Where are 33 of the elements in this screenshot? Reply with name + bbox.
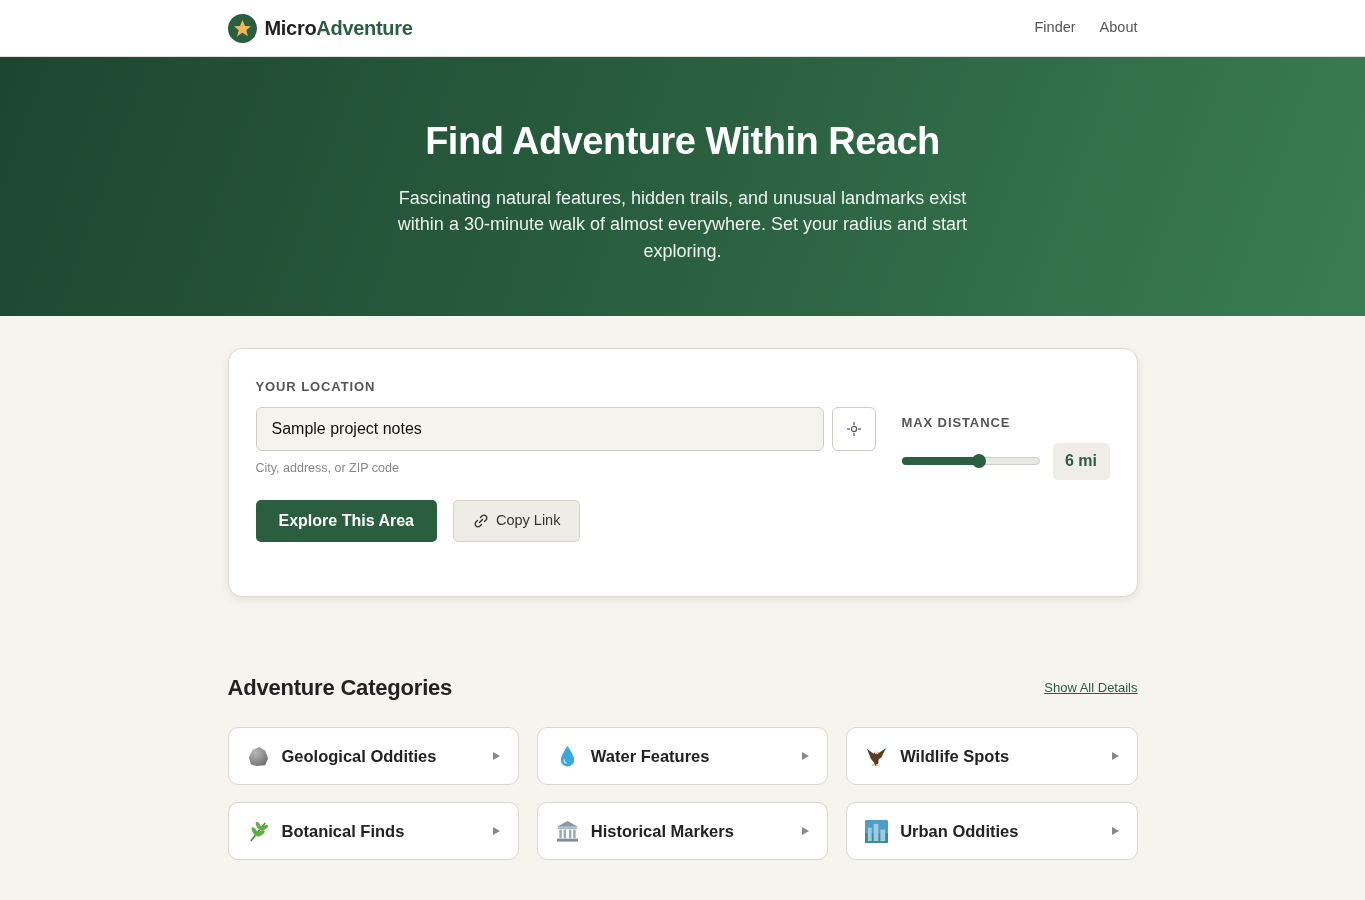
field-label: MAX DISTANCE bbox=[901, 414, 1012, 432]
nav-link[interactable]: Finder bbox=[1034, 17, 1076, 39]
star-badge-icon bbox=[227, 13, 257, 43]
columned-building-icon bbox=[555, 819, 579, 843]
locate-button[interactable] bbox=[831, 406, 876, 451]
location-input[interactable]: Sample project notes bbox=[255, 406, 824, 451]
crosshair-icon bbox=[846, 421, 861, 436]
category-card[interactable]: Historical Markers bbox=[536, 802, 829, 861]
brand-name[interactable]: MicroAdventure bbox=[264, 13, 413, 43]
category-card[interactable]: Urban Oddities bbox=[846, 802, 1138, 861]
distance-value: 6 mi bbox=[1052, 442, 1110, 480]
rock-icon bbox=[246, 744, 270, 768]
cityscape-icon bbox=[865, 819, 889, 843]
explore-button[interactable]: Explore This Area bbox=[255, 500, 437, 543]
caret-icon bbox=[492, 827, 500, 836]
caret-icon bbox=[492, 752, 500, 761]
category-card[interactable]: Water Features bbox=[536, 727, 829, 786]
show-details-link[interactable]: Show All Details bbox=[1044, 678, 1138, 698]
caret-icon bbox=[802, 827, 810, 836]
field-hint: City, address, or ZIP code bbox=[255, 459, 400, 477]
category-card[interactable]: Wildlife Spots bbox=[846, 727, 1138, 786]
caret-icon bbox=[802, 752, 810, 761]
field-label: YOUR LOCATION bbox=[255, 378, 377, 396]
link-icon bbox=[472, 513, 489, 530]
category-card[interactable]: Botanical Finds bbox=[227, 802, 519, 861]
copy-link-button[interactable]: Copy Link bbox=[452, 500, 581, 543]
hero-title: Find Adventure Within Reach bbox=[424, 121, 941, 163]
nav-link[interactable]: About bbox=[1099, 17, 1138, 39]
category-card[interactable]: Geological Oddities bbox=[227, 727, 519, 786]
hero-text: Fascinating natural features, hidden trails, and unusual landmarks exist within a 30-minute walk of almost everywhere. Set your radius and start exploring. bbox=[396, 186, 969, 263]
caret-icon bbox=[1111, 827, 1119, 836]
section-title: Adventure Categories bbox=[227, 675, 453, 702]
caret-icon bbox=[1111, 752, 1119, 761]
